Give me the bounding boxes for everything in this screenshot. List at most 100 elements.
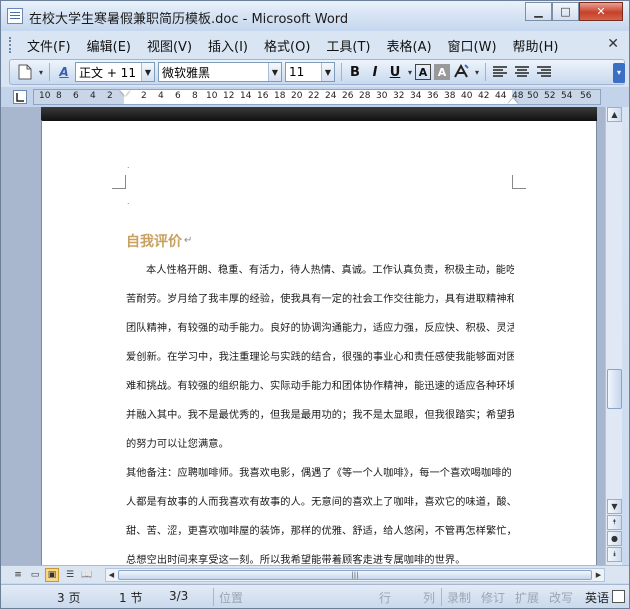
align-left-icon[interactable] bbox=[489, 62, 511, 82]
styles-formatting-icon[interactable]: A bbox=[53, 62, 75, 82]
toolbar-separator bbox=[49, 63, 50, 81]
chevron-down-icon[interactable]: ▼ bbox=[268, 63, 281, 81]
scroll-up-button[interactable]: ▲ bbox=[607, 107, 622, 122]
ruler-tick-label: 8 bbox=[56, 91, 62, 101]
toolbar-overflow-icon[interactable]: ▾ bbox=[613, 63, 625, 83]
menu-help[interactable]: 帮助(H) bbox=[505, 36, 567, 55]
body-line: 并融入其中。我不是最优秀的，但我是最用功的；我不是太显眼，但我很踏实；希望我 bbox=[126, 410, 514, 421]
align-right-icon[interactable] bbox=[533, 62, 555, 82]
next-page-button[interactable]: ⯯ bbox=[607, 547, 622, 562]
status-column: 列 bbox=[423, 591, 436, 605]
ruler-tick-label: 6 bbox=[73, 91, 79, 101]
maximize-button[interactable]: □ bbox=[552, 2, 579, 21]
chevron-down-icon[interactable]: ▼ bbox=[141, 63, 154, 81]
new-document-icon[interactable] bbox=[14, 62, 36, 82]
font-select[interactable]: 微软雅黑 ▼ bbox=[158, 62, 282, 82]
scroll-right-button[interactable]: ▶ bbox=[593, 569, 604, 581]
ruler-tick-label: 24 bbox=[325, 91, 337, 101]
chevron-down-icon[interactable]: ▼ bbox=[321, 63, 334, 81]
menu-window[interactable]: 窗口(W) bbox=[440, 36, 505, 55]
align-center-icon[interactable] bbox=[511, 62, 533, 82]
scroll-down-button[interactable]: ▼ bbox=[607, 499, 622, 514]
menu-file[interactable]: 文件(F) bbox=[19, 36, 79, 55]
style-select[interactable]: 正文 + 11 ▼ bbox=[75, 62, 155, 82]
crop-mark-top-right bbox=[512, 175, 526, 189]
ruler-tick-label: 30 bbox=[376, 91, 388, 101]
ruler-tick-label: 10 bbox=[39, 91, 51, 101]
document-close-button[interactable]: ✕ bbox=[607, 36, 619, 52]
menu-table[interactable]: 表格(A) bbox=[379, 36, 440, 55]
character-shading-icon[interactable]: A bbox=[434, 64, 450, 80]
document-page[interactable]: ˙ ˙ 自我评价 ↵ 本人性格开朗、稳重、有活力，待人热情、真诚。工作认真负责，… bbox=[41, 121, 597, 565]
close-button[interactable]: ✕ bbox=[579, 2, 623, 21]
menu-grip-handle[interactable] bbox=[9, 37, 13, 53]
status-page: 3 页 bbox=[57, 591, 81, 605]
toolbar-separator bbox=[485, 63, 486, 81]
outline-view-icon[interactable]: ☰ bbox=[63, 568, 77, 582]
menu-edit[interactable]: 编辑(E) bbox=[79, 36, 139, 55]
previous-page-bottom bbox=[41, 107, 597, 121]
status-revise[interactable]: 修订 bbox=[481, 589, 505, 606]
character-border-icon[interactable]: A bbox=[415, 64, 431, 80]
ruler-tick-label: 38 bbox=[444, 91, 456, 101]
body-line: 苦耐劳。岁月给了我丰厚的经验，使我具有一定的社会工作交往能力，具有进取精神和 bbox=[126, 294, 514, 305]
underline-button[interactable]: U bbox=[385, 62, 405, 82]
status-overwrite[interactable]: 改写 bbox=[549, 589, 573, 606]
status-record[interactable]: 录制 bbox=[447, 589, 471, 606]
minimize-button[interactable]: ▁ bbox=[525, 2, 552, 21]
horizontal-scroll-thumb[interactable]: ||| bbox=[118, 570, 592, 580]
select-browse-object-button[interactable]: ● bbox=[607, 531, 622, 546]
ruler-tick-label: 50 bbox=[527, 91, 539, 101]
body-line: 人都是有故事的人而我喜欢有故事的人。无意间的喜欢上了咖啡，喜欢它的味道，酸、 bbox=[126, 497, 514, 508]
print-layout-view-icon[interactable]: ▣ bbox=[45, 568, 59, 582]
body-line: 的努力可以让您满意。 bbox=[126, 439, 229, 450]
ruler-tick-label: 6 bbox=[175, 91, 181, 101]
ruler-tick-label: 52 bbox=[544, 91, 556, 101]
paragraph-mark: ↵ bbox=[184, 235, 193, 246]
status-language[interactable]: 英语 bbox=[585, 589, 609, 606]
toolbar-separator bbox=[341, 63, 342, 81]
horizontal-scrollbar[interactable]: ◀ ||| ▶ bbox=[105, 568, 605, 582]
formatting-toolbar: ▾ A 正文 + 11 ▼ 微软雅黑 ▼ 11 ▼ B I U ▾ A A ▾ bbox=[9, 59, 625, 85]
horizontal-ruler[interactable]: 10 8 6 4 2 2 4 6 8 10 12 14 16 18 20 22 24 26 28 30 32 34 36 38… bbox=[33, 89, 601, 105]
underline-options-icon[interactable]: ▾ bbox=[405, 62, 415, 82]
web-layout-view-icon[interactable]: ▭ bbox=[28, 568, 42, 582]
normal-view-icon[interactable]: ≡ bbox=[11, 568, 25, 582]
scroll-left-button[interactable]: ◀ bbox=[106, 569, 117, 581]
status-extend[interactable]: 扩展 bbox=[515, 589, 539, 606]
highlight-icon[interactable] bbox=[450, 62, 472, 82]
tab-selector-icon[interactable] bbox=[13, 90, 27, 104]
vertical-scroll-thumb[interactable] bbox=[607, 369, 622, 409]
style-select-value: 正文 + 11 bbox=[79, 65, 136, 80]
document-area: ˙ ˙ 自我评价 ↵ 本人性格开朗、稳重、有活力，待人热情、真诚。工作认真负责，… bbox=[1, 107, 605, 565]
menu-insert[interactable]: 插入(I) bbox=[200, 36, 256, 55]
status-position: 位置 bbox=[219, 591, 244, 605]
reading-layout-view-icon[interactable]: 📖 bbox=[80, 568, 94, 582]
body-line: 甜、苦、涩，更喜欢咖啡屋的装饰，那样的优雅、舒适，给人悠闲，不管再怎样繁忙， bbox=[126, 526, 514, 537]
previous-page-button[interactable]: ⯭ bbox=[607, 515, 622, 530]
font-size-value: 11 bbox=[289, 65, 305, 79]
body-line: 其他备注：应聘咖啡师。我喜欢电影，偶遇了《等一个人咖啡》，每一个喜欢喝咖啡的 bbox=[126, 468, 512, 479]
menu-format[interactable]: 格式(O) bbox=[256, 36, 318, 55]
crop-mark-top-left bbox=[112, 175, 126, 189]
highlight-options-icon[interactable]: ▾ bbox=[472, 62, 482, 82]
menu-tools[interactable]: 工具(T) bbox=[318, 36, 378, 55]
font-size-select[interactable]: 11 ▼ bbox=[285, 62, 335, 82]
left-indent-marker[interactable] bbox=[120, 90, 130, 96]
ruler-tick-label: 32 bbox=[393, 91, 405, 101]
font-select-value: 微软雅黑 bbox=[162, 65, 211, 80]
paragraph-mark: ˙ bbox=[126, 203, 131, 213]
right-indent-marker[interactable] bbox=[508, 98, 518, 104]
bold-button[interactable]: B bbox=[345, 62, 365, 82]
vertical-scrollbar[interactable]: ▲ ▼ ⯭ ● ⯯ bbox=[605, 107, 622, 565]
italic-button[interactable]: I bbox=[365, 62, 385, 82]
ruler-tick-label: 34 bbox=[410, 91, 422, 101]
ruler-tick-label: 28 bbox=[359, 91, 371, 101]
spelling-status-icon[interactable] bbox=[612, 590, 625, 603]
ruler-tick-label: 12 bbox=[223, 91, 235, 101]
word-document-icon[interactable] bbox=[7, 8, 23, 24]
menu-view[interactable]: 视图(V) bbox=[139, 36, 200, 55]
body-line: 总想空出时间来享受这一刻。所以我希望能带着顾客走进专属咖啡的世界。 bbox=[126, 555, 466, 565]
ruler-tick-label: 8 bbox=[192, 91, 198, 101]
toolbar-options-icon[interactable]: ▾ bbox=[36, 62, 46, 82]
